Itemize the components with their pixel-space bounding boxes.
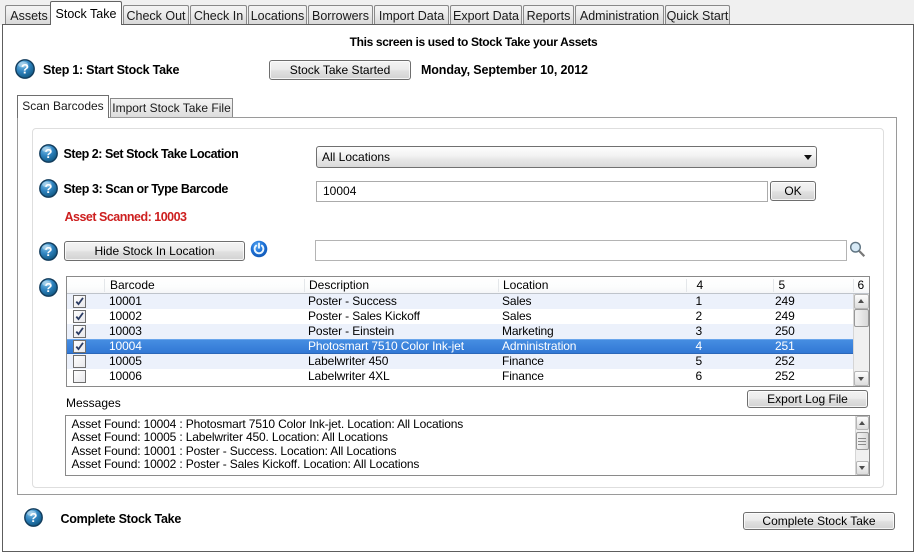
svg-text:?: ? (44, 244, 52, 259)
svg-text:?: ? (44, 146, 52, 161)
svg-text:?: ? (21, 62, 29, 77)
svg-text:?: ? (44, 181, 52, 196)
svg-text:?: ? (30, 510, 38, 525)
svg-text:?: ? (44, 280, 52, 295)
